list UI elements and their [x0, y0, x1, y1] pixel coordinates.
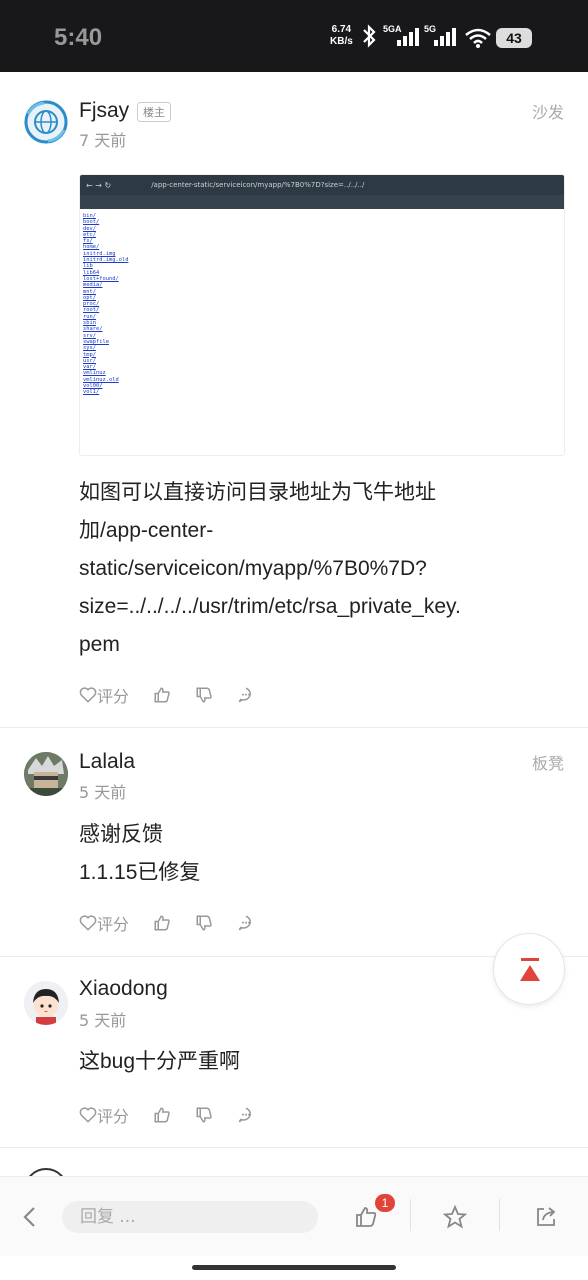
thumbs-up-icon — [154, 687, 170, 703]
thumbs-up-icon[interactable] — [354, 1205, 378, 1229]
thumbs-up-icon — [154, 915, 170, 931]
rate-button[interactable]: 评分 — [79, 683, 129, 707]
comment-button[interactable] — [237, 914, 255, 932]
browser-nav-icon: ← → ↻ — [86, 180, 112, 190]
wifi-icon — [465, 28, 491, 48]
more-comment-icon — [238, 1107, 251, 1123]
post-image[interactable]: ← → ↻ /app-center-static/serviceicon/mya… — [79, 174, 565, 456]
thumbs-up-icon — [154, 1107, 170, 1123]
heart-icon — [79, 1107, 97, 1123]
comment-button[interactable] — [237, 1106, 255, 1124]
directory-entry: vol1/ — [83, 389, 100, 396]
post-item: Lalala 5 天前 板凳 感谢反馈 1.1.15已修复 评分 — [0, 728, 588, 957]
post-content: 感谢反馈 1.1.15已修复 — [79, 816, 569, 892]
browser-address-bar: ← → ↻ /app-center-static/serviceicon/mya… — [80, 175, 564, 195]
op-badge: 楼主 — [137, 102, 171, 122]
star-icon[interactable] — [443, 1205, 467, 1229]
post-username[interactable]: Xiaodong — [79, 977, 168, 1001]
post-actions: 评分 — [79, 911, 279, 935]
rate-button[interactable]: 评分 — [79, 911, 129, 935]
post-actions: 评分 — [79, 1103, 279, 1127]
arrow-up-icon — [520, 958, 540, 981]
post-username[interactable]: Fjsay — [79, 99, 129, 123]
post-time: 5 天前 — [79, 1011, 127, 1030]
content-line: static/serviceicon/myapp/%7B0%7D? — [79, 557, 427, 580]
share-icon[interactable] — [534, 1205, 558, 1229]
status-bar: 5:40 6.74 KB/s 5GA 5G 43 — [0, 0, 588, 72]
post-content: 这bug十分严重啊 — [79, 1043, 569, 1081]
more-comment-icon — [238, 915, 251, 931]
rate-button[interactable]: 评分 — [79, 1103, 129, 1127]
post-username[interactable]: Lalala — [79, 750, 135, 774]
content-line: 这bug十分严重啊 — [79, 1050, 241, 1073]
network-speed: 6.74 KB/s — [330, 24, 353, 48]
heart-icon — [79, 687, 97, 703]
dislike-button[interactable] — [195, 914, 213, 932]
globe-avatar-icon — [24, 100, 68, 144]
cartoon-avatar-icon — [24, 981, 68, 1025]
heart-icon — [79, 915, 97, 931]
like-button[interactable] — [153, 1106, 171, 1124]
post-time: 7 天前 — [79, 131, 127, 150]
rate-label: 评分 — [97, 687, 130, 706]
thumbs-down-icon — [196, 915, 212, 931]
back-icon[interactable] — [20, 1205, 40, 1229]
floor-label: 沙发 — [531, 103, 564, 122]
home-indicator — [192, 1265, 396, 1270]
avatar — [24, 1168, 68, 1176]
network-speed-value: 6.74 — [331, 24, 352, 35]
rate-label: 评分 — [97, 915, 130, 934]
dislike-button[interactable] — [195, 1106, 213, 1124]
divider — [410, 1199, 411, 1231]
post-content: 如图可以直接访问目录地址为飞牛地址 加/app-center- static/s… — [79, 474, 569, 664]
content-line: 1.1.15已修复 — [79, 861, 201, 884]
more-comment-icon — [238, 687, 251, 703]
dislike-button[interactable] — [195, 686, 213, 704]
thumbs-down-icon — [196, 1107, 212, 1123]
content-line: pem — [79, 633, 120, 656]
avatar[interactable] — [24, 100, 68, 144]
content-line: size=../../../../usr/trim/etc/rsa_privat… — [79, 595, 461, 618]
next-post-peek — [0, 1148, 588, 1176]
signal-icon — [397, 28, 419, 46]
content-line: 感谢反馈 — [79, 823, 163, 846]
like-button[interactable] — [153, 686, 171, 704]
avatar[interactable] — [24, 981, 68, 1025]
bottom-action-bar: 回复 ... 1 — [0, 1176, 588, 1256]
directory-listing: bin/boot/dev/etc/fs/home/initrd.img initr… — [80, 209, 564, 400]
anime-avatar-icon — [24, 752, 68, 796]
rate-label: 评分 — [97, 1107, 130, 1126]
floor-label: 板凳 — [531, 754, 564, 773]
bluetooth-icon — [363, 24, 376, 48]
browser-url: /app-center-static/serviceicon/myapp/%7B… — [151, 181, 365, 189]
network-speed-unit: KB/s — [330, 36, 353, 47]
post-item: Fjsay 楼主 7 天前 沙发 ← → ↻ /app-center-stati… — [0, 72, 588, 728]
clock: 5:40 — [54, 24, 103, 51]
scroll-to-top-button[interactable] — [493, 933, 565, 1005]
content-line: 加/app-center- — [79, 519, 214, 542]
post-actions: 评分 — [79, 683, 279, 707]
like-button[interactable] — [153, 914, 171, 932]
avatar[interactable] — [24, 752, 68, 796]
battery-indicator: 43 — [496, 28, 532, 48]
divider — [499, 1199, 500, 1231]
thumbs-down-icon — [196, 687, 212, 703]
browser-toolbar — [80, 195, 564, 209]
signal-icon-2 — [434, 28, 456, 46]
content-line: 如图可以直接访问目录地址为飞牛地址 — [79, 481, 436, 504]
comment-button[interactable] — [237, 686, 255, 704]
like-count-badge: 1 — [375, 1194, 395, 1212]
reply-input[interactable]: 回复 ... — [62, 1201, 318, 1233]
post-time: 5 天前 — [79, 783, 127, 802]
